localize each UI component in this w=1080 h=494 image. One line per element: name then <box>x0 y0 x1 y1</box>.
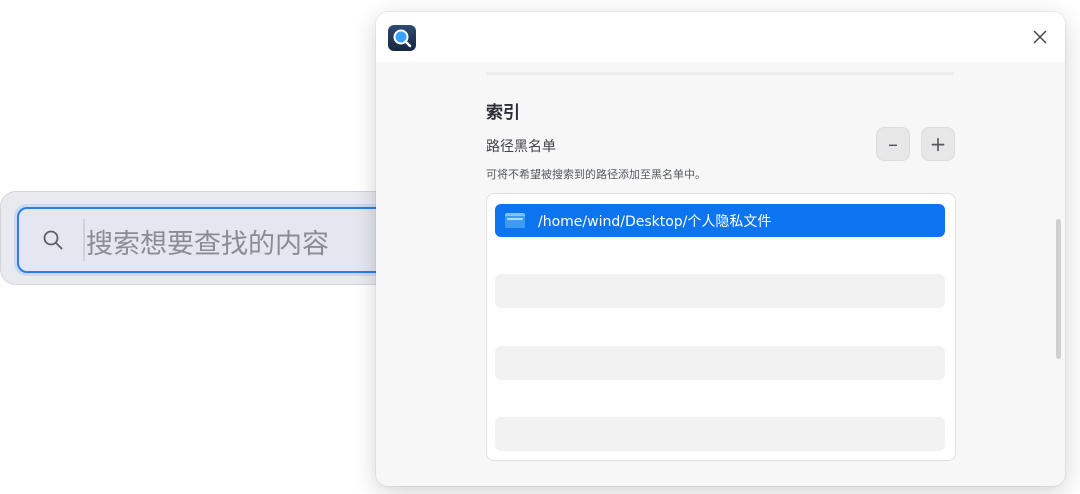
scrollbar[interactable] <box>1056 219 1061 359</box>
blacklist-hint: 可将不希望被搜索到的路径添加至黑名单中。 <box>486 168 706 181</box>
section-title: 索引 <box>486 103 520 123</box>
list-item-path: /home/wind/Desktop/个人隐私文件 <box>538 214 772 230</box>
empty-row <box>495 346 945 380</box>
folder-icon <box>505 213 525 228</box>
empty-row <box>495 417 945 451</box>
divider <box>486 72 954 75</box>
list-item[interactable]: /home/wind/Desktop/个人隐私文件 <box>495 204 945 237</box>
empty-row <box>495 274 945 308</box>
text-caret <box>83 219 85 261</box>
titlebar <box>376 12 1065 62</box>
close-icon[interactable] <box>1031 28 1049 46</box>
search-placeholder: 搜索想要查找的内容 <box>86 229 329 260</box>
search-icon <box>43 230 63 250</box>
search-settings-dialog: 索引 路径黑名单 可将不希望被搜索到的路径添加至黑名单中。 – + /home/… <box>376 12 1065 486</box>
remove-path-button[interactable]: – <box>876 127 910 161</box>
search-app-icon <box>388 25 416 51</box>
blacklist-label: 路径黑名单 <box>486 139 556 155</box>
add-path-button[interactable]: + <box>921 127 955 161</box>
